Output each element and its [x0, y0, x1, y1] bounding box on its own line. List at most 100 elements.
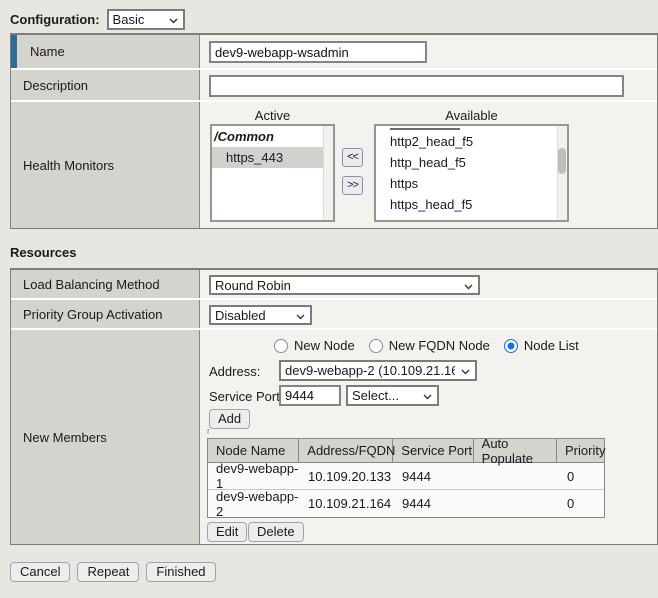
lb-method-label: Load Balancing Method [23, 277, 160, 292]
delete-button[interactable]: Delete [248, 522, 304, 542]
available-monitor-item[interactable]: https_veridium_dmz_443 [376, 215, 567, 222]
new-fqdn-node-radio[interactable] [369, 339, 383, 353]
members-table: Node Name Address/FQDN Service Port Auto… [207, 438, 605, 518]
available-monitor-item[interactable]: http2_head_f5 [376, 131, 567, 152]
clipped-list-item [390, 128, 460, 130]
node-list-radio-label: Node List [524, 338, 579, 353]
new-node-radio[interactable] [274, 339, 288, 353]
member-node-name: dev9-webapp-2 [208, 490, 300, 517]
configuration-label: Configuration: [10, 12, 100, 27]
lb-method-value-cell: Round Robin [200, 270, 657, 298]
name-label-cell: Name [11, 35, 200, 68]
new-node-radio-label: New Node [294, 338, 355, 353]
new-members-label-cell: New Members [11, 330, 200, 544]
chevron-down-icon [163, 12, 178, 27]
new-members-value-cell: New Node New FQDN Node Node List Address… [200, 330, 657, 544]
node-list-radio[interactable] [504, 339, 518, 353]
member-service-port: 9444 [394, 490, 475, 517]
edit-button[interactable]: Edit [207, 522, 247, 542]
description-label-cell: Description [11, 70, 200, 100]
available-monitor-item[interactable]: https [376, 173, 567, 194]
resources-table: Load Balancing Method Round Robin Priori… [10, 268, 658, 545]
member-address: 10.109.20.133 [300, 463, 394, 489]
chevron-down-icon [458, 278, 473, 293]
member-service-port: 9444 [394, 463, 475, 489]
stray-character: r [207, 426, 210, 436]
available-scrollbar-thumb[interactable] [558, 148, 566, 174]
available-monitors-listbox[interactable]: http2_head_f5 http_head_f5 https https_h… [374, 124, 569, 222]
available-list-caption: Available [374, 108, 569, 123]
move-to-active-button[interactable]: << [342, 148, 363, 167]
service-port-input[interactable] [279, 385, 341, 406]
health-monitors-value-cell: Active Available /Common https_443 << >> [200, 102, 657, 228]
member-address: 10.109.21.164 [300, 490, 394, 517]
service-port-select-value: Select... [352, 388, 399, 403]
description-input[interactable] [209, 75, 624, 97]
footer-button-bar: Cancel Repeat Finished [10, 562, 216, 582]
available-monitor-item[interactable]: http_head_f5 [376, 152, 567, 173]
member-node-name: dev9-webapp-1 [208, 463, 300, 489]
address-label: Address: [209, 364, 260, 379]
member-auto-populate [475, 490, 559, 517]
service-port-select[interactable]: Select... [346, 385, 439, 406]
address-select[interactable]: dev9-webapp-2 (10.109.21.164) [279, 360, 477, 381]
header-auto-populate: Auto Populate [474, 439, 557, 462]
chevron-down-icon [417, 388, 432, 403]
member-row[interactable]: dev9-webapp-1 10.109.20.133 9444 0 [208, 463, 604, 490]
available-monitor-item[interactable]: https_head_f5 [376, 194, 567, 215]
general-properties-table: Name Description Health Monitors Active … [10, 33, 658, 229]
active-monitor-item[interactable]: https_443 [212, 147, 324, 168]
priority-group-select-value: Disabled [215, 308, 266, 323]
cancel-button[interactable]: Cancel [10, 562, 70, 582]
name-row: Name [11, 35, 657, 70]
add-button[interactable]: Add [209, 409, 250, 429]
members-table-header: Node Name Address/FQDN Service Port Auto… [208, 439, 604, 463]
finished-button[interactable]: Finished [146, 562, 215, 582]
name-value-cell [200, 35, 657, 68]
active-listbox-scrollbar[interactable] [323, 126, 333, 220]
move-to-available-button[interactable]: >> [342, 176, 363, 195]
header-priority: Priority [557, 439, 604, 462]
header-address-fqdn: Address/FQDN [299, 439, 393, 462]
service-port-label: Service Port: [209, 389, 283, 404]
required-field-accent [11, 35, 17, 68]
header-node-name: Node Name [208, 439, 299, 462]
new-members-row: New Members New Node New FQDN Node Node … [11, 330, 657, 544]
chevron-down-icon [290, 308, 305, 323]
header-service-port: Service Port [393, 439, 473, 462]
active-monitors-listbox[interactable]: /Common https_443 [210, 124, 335, 222]
description-label: Description [23, 78, 88, 93]
repeat-button[interactable]: Repeat [77, 562, 139, 582]
configuration-bar: Configuration: Basic [10, 9, 185, 30]
name-input[interactable] [209, 41, 427, 63]
description-row: Description [11, 70, 657, 102]
new-fqdn-node-radio-label: New FQDN Node [389, 338, 490, 353]
name-label: Name [23, 44, 65, 59]
member-auto-populate [475, 463, 559, 489]
lb-method-select[interactable]: Round Robin [209, 275, 480, 295]
priority-group-select[interactable]: Disabled [209, 305, 312, 325]
priority-group-row: Priority Group Activation Disabled [11, 300, 657, 330]
description-value-cell [200, 70, 657, 100]
configuration-select[interactable]: Basic [107, 9, 185, 30]
member-priority: 0 [559, 463, 604, 489]
resources-heading: Resources [10, 245, 76, 260]
address-select-value: dev9-webapp-2 (10.109.21.164) [285, 363, 455, 378]
priority-group-value-cell: Disabled [200, 300, 657, 328]
node-type-radio-group: New Node New FQDN Node Node List [274, 338, 587, 353]
available-listbox-scrollbar[interactable] [557, 126, 567, 220]
chevron-down-icon [455, 363, 470, 378]
lb-method-row: Load Balancing Method Round Robin [11, 270, 657, 300]
health-monitors-label: Health Monitors [23, 158, 114, 173]
member-priority: 0 [559, 490, 604, 517]
lb-method-select-value: Round Robin [215, 278, 291, 293]
new-members-label: New Members [23, 430, 107, 445]
pool-configuration-page: Configuration: Basic Name Description [0, 0, 658, 598]
configuration-select-value: Basic [113, 12, 145, 27]
member-row[interactable]: dev9-webapp-2 10.109.21.164 9444 0 [208, 490, 604, 517]
health-monitors-row: Health Monitors Active Available /Common… [11, 102, 657, 228]
active-list-caption: Active [210, 108, 335, 123]
priority-group-label-cell: Priority Group Activation [11, 300, 200, 328]
priority-group-label: Priority Group Activation [23, 307, 162, 322]
active-partition-group: /Common [212, 126, 333, 147]
